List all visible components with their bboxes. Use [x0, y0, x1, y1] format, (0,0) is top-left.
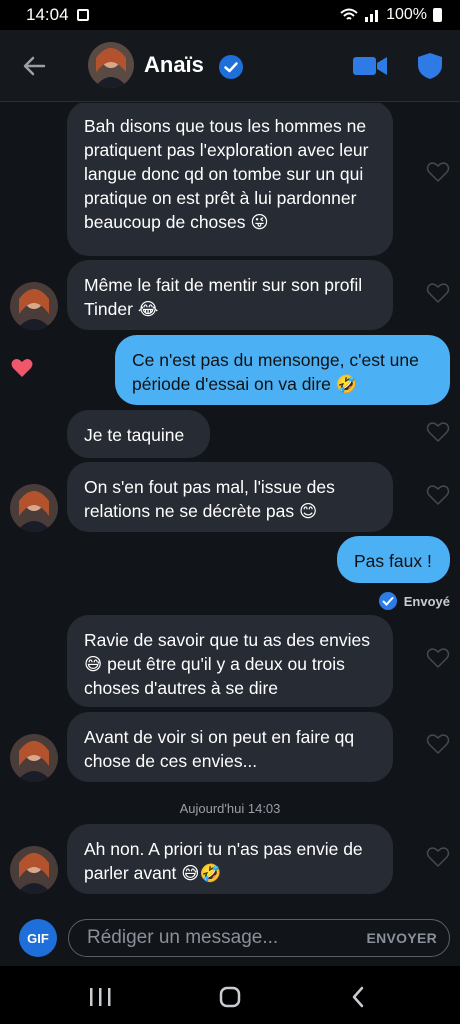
send-button[interactable]: ENVOYER: [366, 930, 437, 946]
message-bubble-incoming[interactable]: Ravie de savoir que tu as des envies 😅 p…: [67, 615, 393, 707]
contact-avatar-small[interactable]: [10, 484, 58, 532]
message-bubble-outgoing[interactable]: Pas faux !: [337, 536, 450, 583]
like-heart-icon[interactable]: [426, 421, 450, 443]
contact-avatar-small[interactable]: [10, 282, 58, 330]
safety-shield-icon[interactable]: [416, 52, 444, 80]
like-heart-icon[interactable]: [426, 733, 450, 755]
message-bubble-incoming[interactable]: Ah non. A priori tu n'as pas envie de pa…: [67, 824, 393, 894]
home-icon[interactable]: [218, 985, 242, 1009]
signal-icon: [365, 10, 379, 22]
back-nav-icon[interactable]: [350, 985, 366, 1009]
message-bubble-incoming[interactable]: Même le fait de mentir sur son profil Ti…: [67, 260, 393, 330]
gif-button[interactable]: GIF: [19, 919, 57, 957]
chat-messages[interactable]: Bah disons que tous les hommes ne pratiq…: [0, 103, 460, 910]
like-heart-icon[interactable]: [426, 484, 450, 506]
message-bubble-outgoing[interactable]: Ce n'est pas du mensonge, c'est une péri…: [115, 335, 450, 405]
battery-icon: [433, 8, 442, 22]
verified-badge-icon: [219, 55, 243, 79]
status-left: 14:04: [26, 5, 89, 25]
sent-status-label: Envoyé: [403, 593, 450, 609]
system-navigation-bar: [0, 966, 460, 1024]
sent-status: Envoyé: [378, 591, 450, 611]
status-right: 100%: [340, 6, 442, 24]
video-call-icon[interactable]: [352, 54, 388, 78]
contact-avatar-small[interactable]: [10, 734, 58, 782]
battery-percent: 100%: [386, 6, 427, 23]
like-heart-icon[interactable]: [426, 282, 450, 304]
day-separator-time: 14:03: [247, 801, 281, 816]
like-heart-icon[interactable]: [426, 846, 450, 868]
contact-avatar-small[interactable]: [10, 846, 58, 894]
wifi-icon: [340, 8, 358, 20]
contact-avatar[interactable]: [88, 42, 134, 88]
chat-header: Anaïs: [0, 30, 460, 102]
recent-apps-icon[interactable]: [88, 987, 112, 1007]
message-input[interactable]: [87, 927, 347, 949]
message-bubble-incoming[interactable]: Avant de voir si on peut en faire qq cho…: [67, 712, 393, 782]
day-separator: Aujourd'hui 14:03: [0, 801, 460, 816]
message-bubble-incoming[interactable]: Je te taquine: [67, 410, 210, 458]
like-heart-icon[interactable]: [426, 161, 450, 183]
gallery-notification-icon: [76, 9, 89, 21]
sent-check-icon: [378, 592, 397, 610]
back-arrow-icon[interactable]: [18, 50, 50, 82]
message-composer: GIF ENVOYER: [0, 910, 460, 966]
liked-heart-icon[interactable]: [10, 357, 34, 379]
like-heart-icon[interactable]: [426, 647, 450, 669]
status-bar: 14:04 100%: [0, 0, 460, 30]
message-bubble-incoming[interactable]: On s'en fout pas mal, l'issue des relati…: [67, 462, 393, 532]
status-time: 14:04: [26, 5, 69, 24]
day-separator-day: Aujourd'hui: [179, 801, 245, 816]
message-input-box[interactable]: ENVOYER: [68, 919, 450, 957]
message-bubble-incoming[interactable]: Bah disons que tous les hommes ne pratiq…: [67, 103, 393, 256]
contact-name[interactable]: Anaïs: [144, 52, 204, 78]
